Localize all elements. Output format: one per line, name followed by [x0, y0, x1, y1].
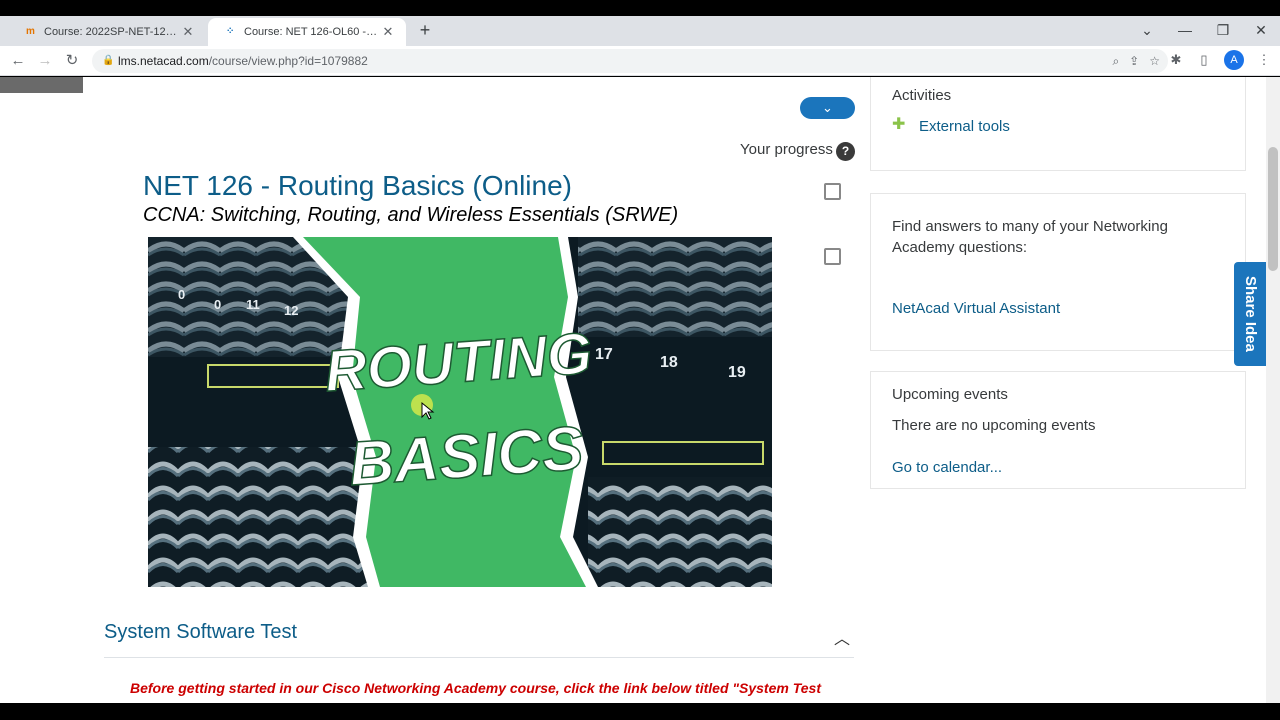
close-tab-icon[interactable]: ✕	[380, 24, 396, 40]
section-divider	[104, 657, 854, 658]
tab-search-icon[interactable]: ⌄	[1128, 16, 1166, 46]
port-number: 18	[660, 354, 678, 371]
lock-icon: 🔒	[102, 55, 115, 66]
port-number: 11	[246, 297, 260, 312]
tab-title: Course: NET 126-OL60 - Routing	[244, 26, 380, 38]
browser-tab-active[interactable]: ⁘ Course: NET 126-OL60 - Routing ✕	[208, 18, 406, 46]
tab-title: Course: 2022SP-NET-126-OL60: Ro	[44, 26, 180, 38]
no-events-text: There are no upcoming events	[892, 417, 1096, 434]
faq-block: Find answers to many of your Networking …	[870, 193, 1246, 351]
page-content: ⌄ Your progress ? NET 126 - Routing Basi…	[0, 77, 1266, 703]
toolbar-right-icons: ✱ ▯ A ⋮	[1168, 50, 1272, 70]
scrollbar-thumb[interactable]	[1268, 147, 1278, 271]
menu-kebab-icon[interactable]: ⋮	[1256, 52, 1272, 68]
activities-block: Activities ✚ External tools	[870, 77, 1246, 171]
extensions-icon[interactable]: ✱	[1168, 52, 1184, 68]
page-scrollbar[interactable]	[1266, 77, 1280, 703]
section-title[interactable]: System Software Test	[104, 621, 297, 644]
bottom-black-border	[0, 703, 1280, 720]
reload-icon[interactable]: ↻	[61, 50, 83, 72]
restore-icon[interactable]: ❐	[1204, 16, 1242, 46]
profile-avatar[interactable]: A	[1224, 50, 1244, 70]
puzzle-piece-icon: ✚	[892, 116, 906, 133]
warning-text: Before getting started in our Cisco Netw…	[130, 680, 821, 696]
port-number: 19	[728, 364, 746, 381]
side-panel-icon[interactable]: ▯	[1196, 52, 1212, 68]
cisco-favicon-icon: ⁘	[226, 26, 235, 37]
faq-text: Find answers to many of your Networking …	[892, 218, 1168, 256]
collapse-all-button[interactable]: ⌄	[800, 97, 855, 119]
top-black-border	[0, 0, 1280, 16]
your-progress-label: Your progress	[740, 141, 833, 158]
calendar-link[interactable]: Go to calendar...	[892, 459, 1002, 476]
close-tab-icon[interactable]: ✕	[180, 24, 196, 40]
omnibox-icons: ⌕ ⇪ ☆	[1112, 49, 1160, 73]
course-banner-image: 0 0 11 12 17 18 19 ROUTING BASICS	[148, 237, 772, 587]
chevron-up-icon[interactable]: ︿	[834, 625, 850, 649]
port-number: 12	[284, 303, 298, 318]
new-tab-button[interactable]: +	[414, 19, 436, 41]
port-number: 0	[178, 287, 185, 302]
url-path: /course/view.php?id=1079882	[208, 54, 368, 68]
browser-toolbar: ← → ↻ 🔒 lms.netacad.com/course/view.php?…	[0, 46, 1280, 76]
browser-tabstrip: m Course: 2022SP-NET-126-OL60: Ro ✕ ⁘ Co…	[0, 16, 1280, 46]
address-bar[interactable]: 🔒 lms.netacad.com/course/view.php?id=107…	[92, 49, 1168, 73]
course-subtitle: CCNA: Switching, Routing, and Wireless E…	[143, 204, 679, 226]
events-title: Upcoming events	[892, 386, 1008, 403]
virtual-assistant-link[interactable]: NetAcad Virtual Assistant	[892, 300, 1060, 317]
browser-tab-inactive[interactable]: m Course: 2022SP-NET-126-OL60: Ro ✕	[8, 18, 206, 46]
close-window-icon[interactable]: ✕	[1242, 16, 1280, 46]
external-tools-link[interactable]: External tools	[919, 118, 1010, 135]
course-title: NET 126 - Routing Basics (Online)	[143, 170, 572, 201]
share-idea-button[interactable]: Share Idea	[1234, 262, 1266, 366]
forward-arrow-icon[interactable]: →	[34, 50, 56, 72]
completion-checkbox[interactable]	[824, 183, 841, 200]
gray-header-fragment	[0, 77, 83, 93]
banner-graphic: 0 0 11 12 17 18 19 ROUTING BASICS	[148, 237, 772, 587]
minimize-icon[interactable]: —	[1166, 16, 1204, 46]
bookmark-star-icon[interactable]: ☆	[1149, 49, 1160, 73]
upcoming-events-block: Upcoming events There are no upcoming ev…	[870, 371, 1246, 489]
activities-title: Activities	[892, 87, 952, 104]
zoom-icon[interactable]: ⌕	[1112, 49, 1119, 73]
completion-checkbox[interactable]	[824, 248, 841, 265]
port-number: 0	[214, 297, 221, 312]
help-icon[interactable]: ?	[836, 142, 855, 161]
port-number: 17	[595, 346, 613, 363]
back-arrow-icon[interactable]: ←	[7, 50, 29, 72]
window-controls: ⌄ — ❐ ✕	[1128, 16, 1280, 46]
url-host: lms.netacad.com	[118, 54, 209, 68]
double-chevron-down-icon: ⌄	[822, 100, 833, 115]
share-icon[interactable]: ⇪	[1129, 49, 1139, 73]
netacad-favicon-icon: m	[26, 26, 35, 37]
screen: m Course: 2022SP-NET-126-OL60: Ro ✕ ⁘ Co…	[0, 0, 1280, 720]
